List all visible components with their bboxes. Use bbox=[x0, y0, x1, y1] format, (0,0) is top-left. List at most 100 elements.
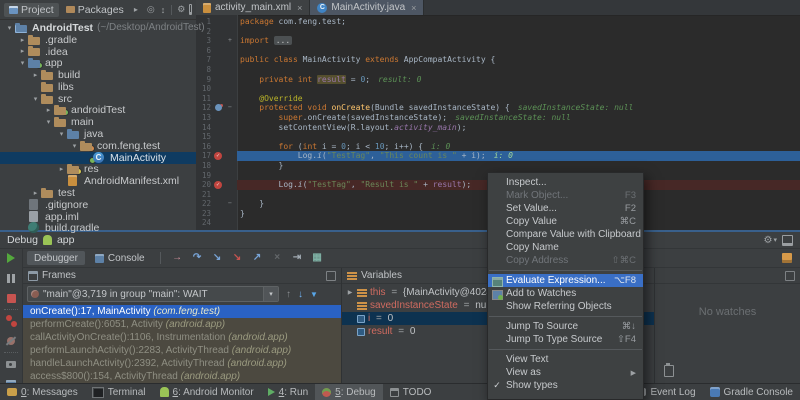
menu-item-add-to-watches[interactable]: Add to Watches bbox=[488, 287, 643, 300]
folder-icon bbox=[41, 70, 54, 80]
close-icon[interactable]: × bbox=[297, 3, 302, 13]
folder-icon bbox=[67, 164, 80, 174]
tree-item-com-feng-test[interactable]: ▾com.feng.test bbox=[0, 140, 196, 152]
frame-row[interactable]: onCreate():17, MainActivity (com.feng.te… bbox=[23, 305, 341, 318]
filter-frames-icon[interactable]: ▼ bbox=[310, 290, 318, 299]
evaluate-expression-button[interactable]: ▦ bbox=[309, 251, 326, 265]
hide-debug-panel-icon[interactable] bbox=[782, 235, 793, 246]
menu-item-view-text[interactable]: View Text bbox=[488, 353, 643, 366]
tab-project[interactable]: Project bbox=[4, 3, 59, 17]
step-into-button[interactable]: ↘ bbox=[209, 251, 226, 265]
statusbar-item-6-android-monitor[interactable]: 6: Android Monitor bbox=[153, 384, 261, 400]
tree-item-test[interactable]: ▸test bbox=[0, 187, 196, 199]
tab-debugger[interactable]: Debugger bbox=[27, 251, 85, 265]
thread-selector[interactable]: "main"@3,719 in group "main": WAIT ▾ bbox=[27, 286, 279, 302]
previous-frame-button[interactable]: ↑ bbox=[286, 289, 291, 300]
close-icon[interactable]: × bbox=[411, 3, 416, 13]
tree-item-java[interactable]: ▾java bbox=[0, 128, 196, 140]
code-line-11: 11 @Override bbox=[196, 94, 800, 104]
tree-item-main[interactable]: ▾main bbox=[0, 116, 196, 128]
restore-layout-icon[interactable] bbox=[782, 253, 792, 263]
frame-row[interactable]: performCreate():6051, Activity (android.… bbox=[23, 318, 341, 331]
stop-button[interactable] bbox=[5, 292, 17, 304]
frame-row[interactable]: access$800():154, ActivityThread (androi… bbox=[23, 370, 341, 383]
android-studio-window: Project Packages ▸ ◎ ↕ ⚙ ▾AndroidTest (~… bbox=[0, 0, 800, 400]
menu-item-copy-name[interactable]: Copy Name bbox=[488, 241, 643, 254]
resume-program-button[interactable] bbox=[5, 252, 17, 264]
strip-separator bbox=[4, 352, 18, 353]
run-to-cursor-button[interactable]: ⇥ bbox=[289, 251, 306, 265]
tree-item-res[interactable]: ▸res bbox=[0, 164, 196, 176]
settings-gear-icon[interactable]: ⚙▾ bbox=[764, 235, 777, 246]
badge-icon bbox=[89, 157, 96, 164]
context-menu: Inspect...Mark Object...F3Set Value...F2… bbox=[487, 172, 644, 400]
menu-separator bbox=[489, 270, 642, 271]
locate-file-icon[interactable]: ◎ bbox=[145, 4, 157, 15]
tree-item-src[interactable]: ▾src bbox=[0, 93, 196, 105]
tab-packages[interactable]: Packages bbox=[61, 3, 129, 17]
tab-console[interactable]: Console bbox=[88, 251, 152, 265]
code-line-1: 1package com.feng.test; bbox=[196, 17, 800, 27]
expand-collapse-icon[interactable]: ↕ bbox=[159, 5, 168, 15]
tree-item-gradle[interactable]: ▸.gradle bbox=[0, 34, 196, 46]
badge-icon bbox=[88, 145, 95, 152]
menu-item-jump-to-type-source[interactable]: Jump To Type Source⇧F4 bbox=[488, 333, 643, 346]
show-execution-point-button[interactable]: → bbox=[169, 251, 186, 265]
menu-item-mark-object: Mark Object...F3 bbox=[488, 189, 643, 202]
tree-item-app[interactable]: ▾app bbox=[0, 57, 196, 69]
frame-row[interactable]: callActivityOnCreate():1106, Instrumenta… bbox=[23, 331, 341, 344]
editor-tab-mainactivity-java[interactable]: MainActivity.java × bbox=[310, 0, 424, 15]
menu-item-inspect[interactable]: Inspect... bbox=[488, 176, 643, 189]
tree-item-app-iml[interactable]: app.iml bbox=[0, 211, 196, 223]
statusbar-item-gradle-console[interactable]: Gradle Console bbox=[703, 384, 800, 400]
code-line-8: 8 bbox=[196, 65, 800, 75]
thread-dump-button[interactable] bbox=[5, 358, 17, 370]
menu-item-show-types[interactable]: ✓Show types bbox=[488, 379, 643, 392]
float-panel-icon[interactable] bbox=[326, 271, 336, 281]
tree-item-mainactivity[interactable]: MainActivity bbox=[0, 152, 196, 164]
hide-panel-icon[interactable] bbox=[189, 4, 192, 15]
statusbar-item-5-debug[interactable]: 5: Debug bbox=[315, 384, 383, 400]
menu-separator bbox=[489, 349, 642, 350]
force-step-into-button[interactable]: ↘ bbox=[229, 251, 246, 265]
menu-item-compare-value-with-clipboard[interactable]: Compare Value with Clipboard bbox=[488, 228, 643, 241]
tree-item-androidtest[interactable]: ▾AndroidTest (~/Desktop/AndroidTest) bbox=[0, 22, 196, 34]
breakpoint-icon[interactable] bbox=[212, 151, 225, 161]
java-class-icon bbox=[317, 3, 327, 13]
tree-item-idea[interactable]: ▸.idea bbox=[0, 46, 196, 58]
tree-item-gitignore[interactable]: .gitignore bbox=[0, 199, 196, 211]
messages-icon bbox=[7, 388, 17, 396]
pause-program-button[interactable] bbox=[5, 272, 17, 284]
step-out-button[interactable]: ↗ bbox=[249, 251, 266, 265]
frame-row[interactable]: performLaunchActivity():2283, ActivityTh… bbox=[23, 344, 341, 357]
tree-item-build-gradle[interactable]: build.gradle bbox=[0, 223, 196, 235]
breakpoint-icon[interactable] bbox=[212, 180, 225, 190]
float-panel-icon[interactable] bbox=[785, 271, 795, 281]
menu-item-view-as[interactable]: View as▶ bbox=[488, 366, 643, 379]
drop-frame-button[interactable]: × bbox=[269, 251, 286, 265]
step-over-button[interactable]: ↷ bbox=[189, 251, 206, 265]
menu-item-evaluate-expression[interactable]: Evaluate Expression...⌥F8 bbox=[488, 274, 643, 287]
menu-item-jump-to-source[interactable]: Jump To Source⌘↓ bbox=[488, 320, 643, 333]
menu-item-copy-value[interactable]: Copy Value⌘C bbox=[488, 215, 643, 228]
gear-icon[interactable]: ⚙ bbox=[175, 4, 187, 15]
statusbar-item-todo[interactable]: TODO bbox=[383, 384, 439, 400]
view-breakpoints-button[interactable] bbox=[5, 315, 17, 327]
statusbar-item-0-messages[interactable]: 0: Messages bbox=[0, 384, 85, 400]
editor-tab-activity-main-xml[interactable]: activity_main.xml × bbox=[196, 0, 310, 15]
debug-panel-header: Debug app ⚙▾ bbox=[0, 232, 800, 249]
menu-item-set-value[interactable]: Set Value...F2 bbox=[488, 202, 643, 215]
tree-item-androidmanifest-xml[interactable]: AndroidManifest.xml bbox=[0, 175, 196, 187]
menu-item-show-referring-objects[interactable]: Show Referring Objects bbox=[488, 300, 643, 313]
tree-item-build[interactable]: ▸build bbox=[0, 69, 196, 81]
statusbar-item-terminal[interactable]: Terminal bbox=[85, 384, 153, 400]
paste-watch-icon[interactable] bbox=[664, 365, 674, 377]
xml-file-icon bbox=[67, 176, 80, 186]
frame-row[interactable]: handleLaunchActivity():2392, ActivityThr… bbox=[23, 357, 341, 370]
menu-separator bbox=[489, 316, 642, 317]
mute-breakpoints-button[interactable] bbox=[5, 335, 17, 347]
statusbar-item-4-run[interactable]: 4: Run bbox=[261, 384, 315, 400]
tree-item-libs[interactable]: libs bbox=[0, 81, 196, 93]
tree-item-androidtest[interactable]: ▸androidTest bbox=[0, 105, 196, 117]
next-frame-button[interactable]: ↓ bbox=[298, 289, 303, 300]
